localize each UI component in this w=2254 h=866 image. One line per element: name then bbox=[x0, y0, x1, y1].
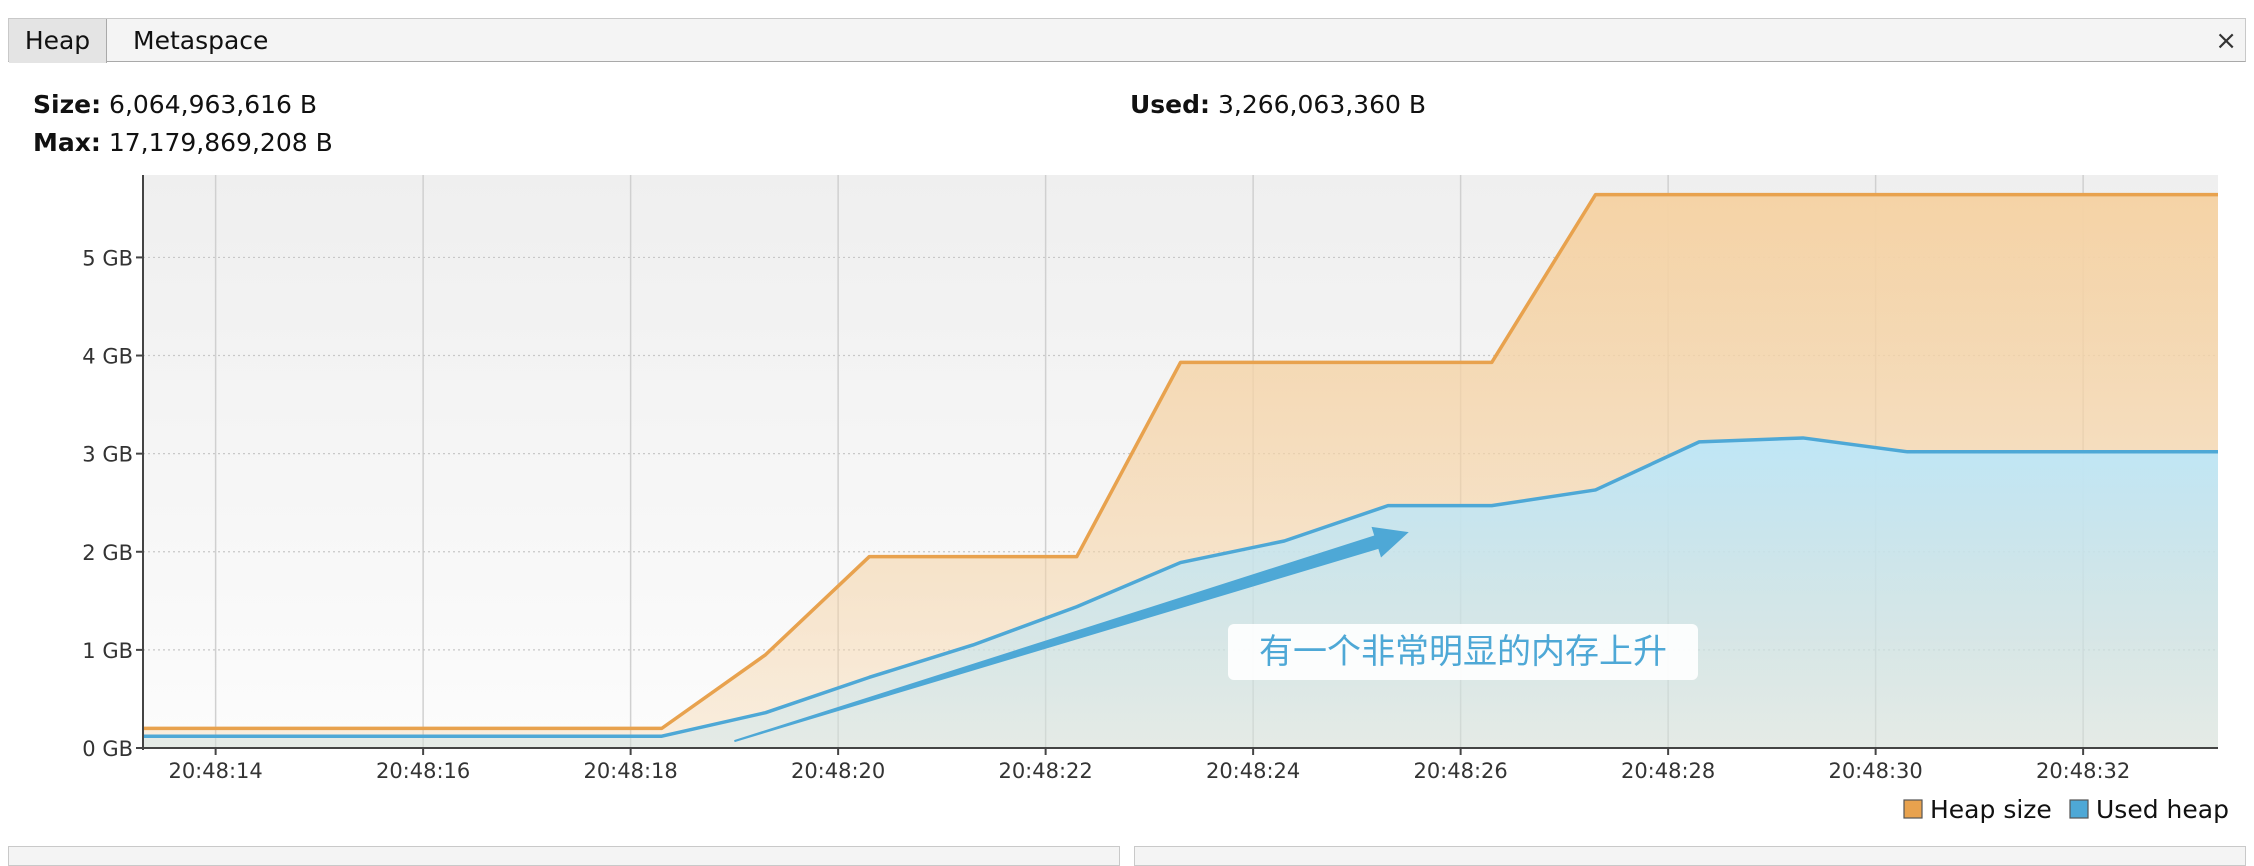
x-tick-label: 20:48:32 bbox=[2036, 759, 2130, 783]
x-tick-label: 20:48:16 bbox=[376, 759, 470, 783]
x-tick-label: 20:48:24 bbox=[1206, 759, 1300, 783]
legend-swatch-used-heap bbox=[2069, 799, 2089, 819]
x-tick-label: 20:48:26 bbox=[1413, 759, 1507, 783]
bottom-panel-left bbox=[8, 846, 1120, 866]
y-tick-label: 3 GB bbox=[82, 443, 133, 467]
y-tick-label: 0 GB bbox=[82, 737, 133, 761]
legend-label-heap-size: Heap size bbox=[1930, 795, 2052, 824]
x-tick-label: 20:48:20 bbox=[791, 759, 885, 783]
bottom-panel-right bbox=[1134, 846, 2246, 866]
y-tick-label: 5 GB bbox=[82, 246, 133, 270]
x-tick-label: 20:48:18 bbox=[583, 759, 677, 783]
x-tick-label: 20:48:22 bbox=[998, 759, 1092, 783]
heap-chart: 0 GB 1 GB 2 GB 3 GB 4 GB 5 GB 20:48:14 20:48:16… bbox=[82, 175, 2229, 824]
annotation-text: 有一个非常明显的内存上升 bbox=[1259, 632, 1667, 672]
legend-swatch-heap-size bbox=[1903, 799, 1923, 819]
y-tick-label: 4 GB bbox=[82, 345, 133, 369]
x-tick-label: 20:48:14 bbox=[168, 759, 262, 783]
y-tick-label: 1 GB bbox=[82, 639, 133, 663]
legend-label-used-heap: Used heap bbox=[2096, 795, 2229, 824]
y-tick-label: 2 GB bbox=[82, 541, 133, 565]
x-tick-label: 20:48:28 bbox=[1621, 759, 1715, 783]
x-tick-label: 20:48:30 bbox=[1828, 759, 1922, 783]
